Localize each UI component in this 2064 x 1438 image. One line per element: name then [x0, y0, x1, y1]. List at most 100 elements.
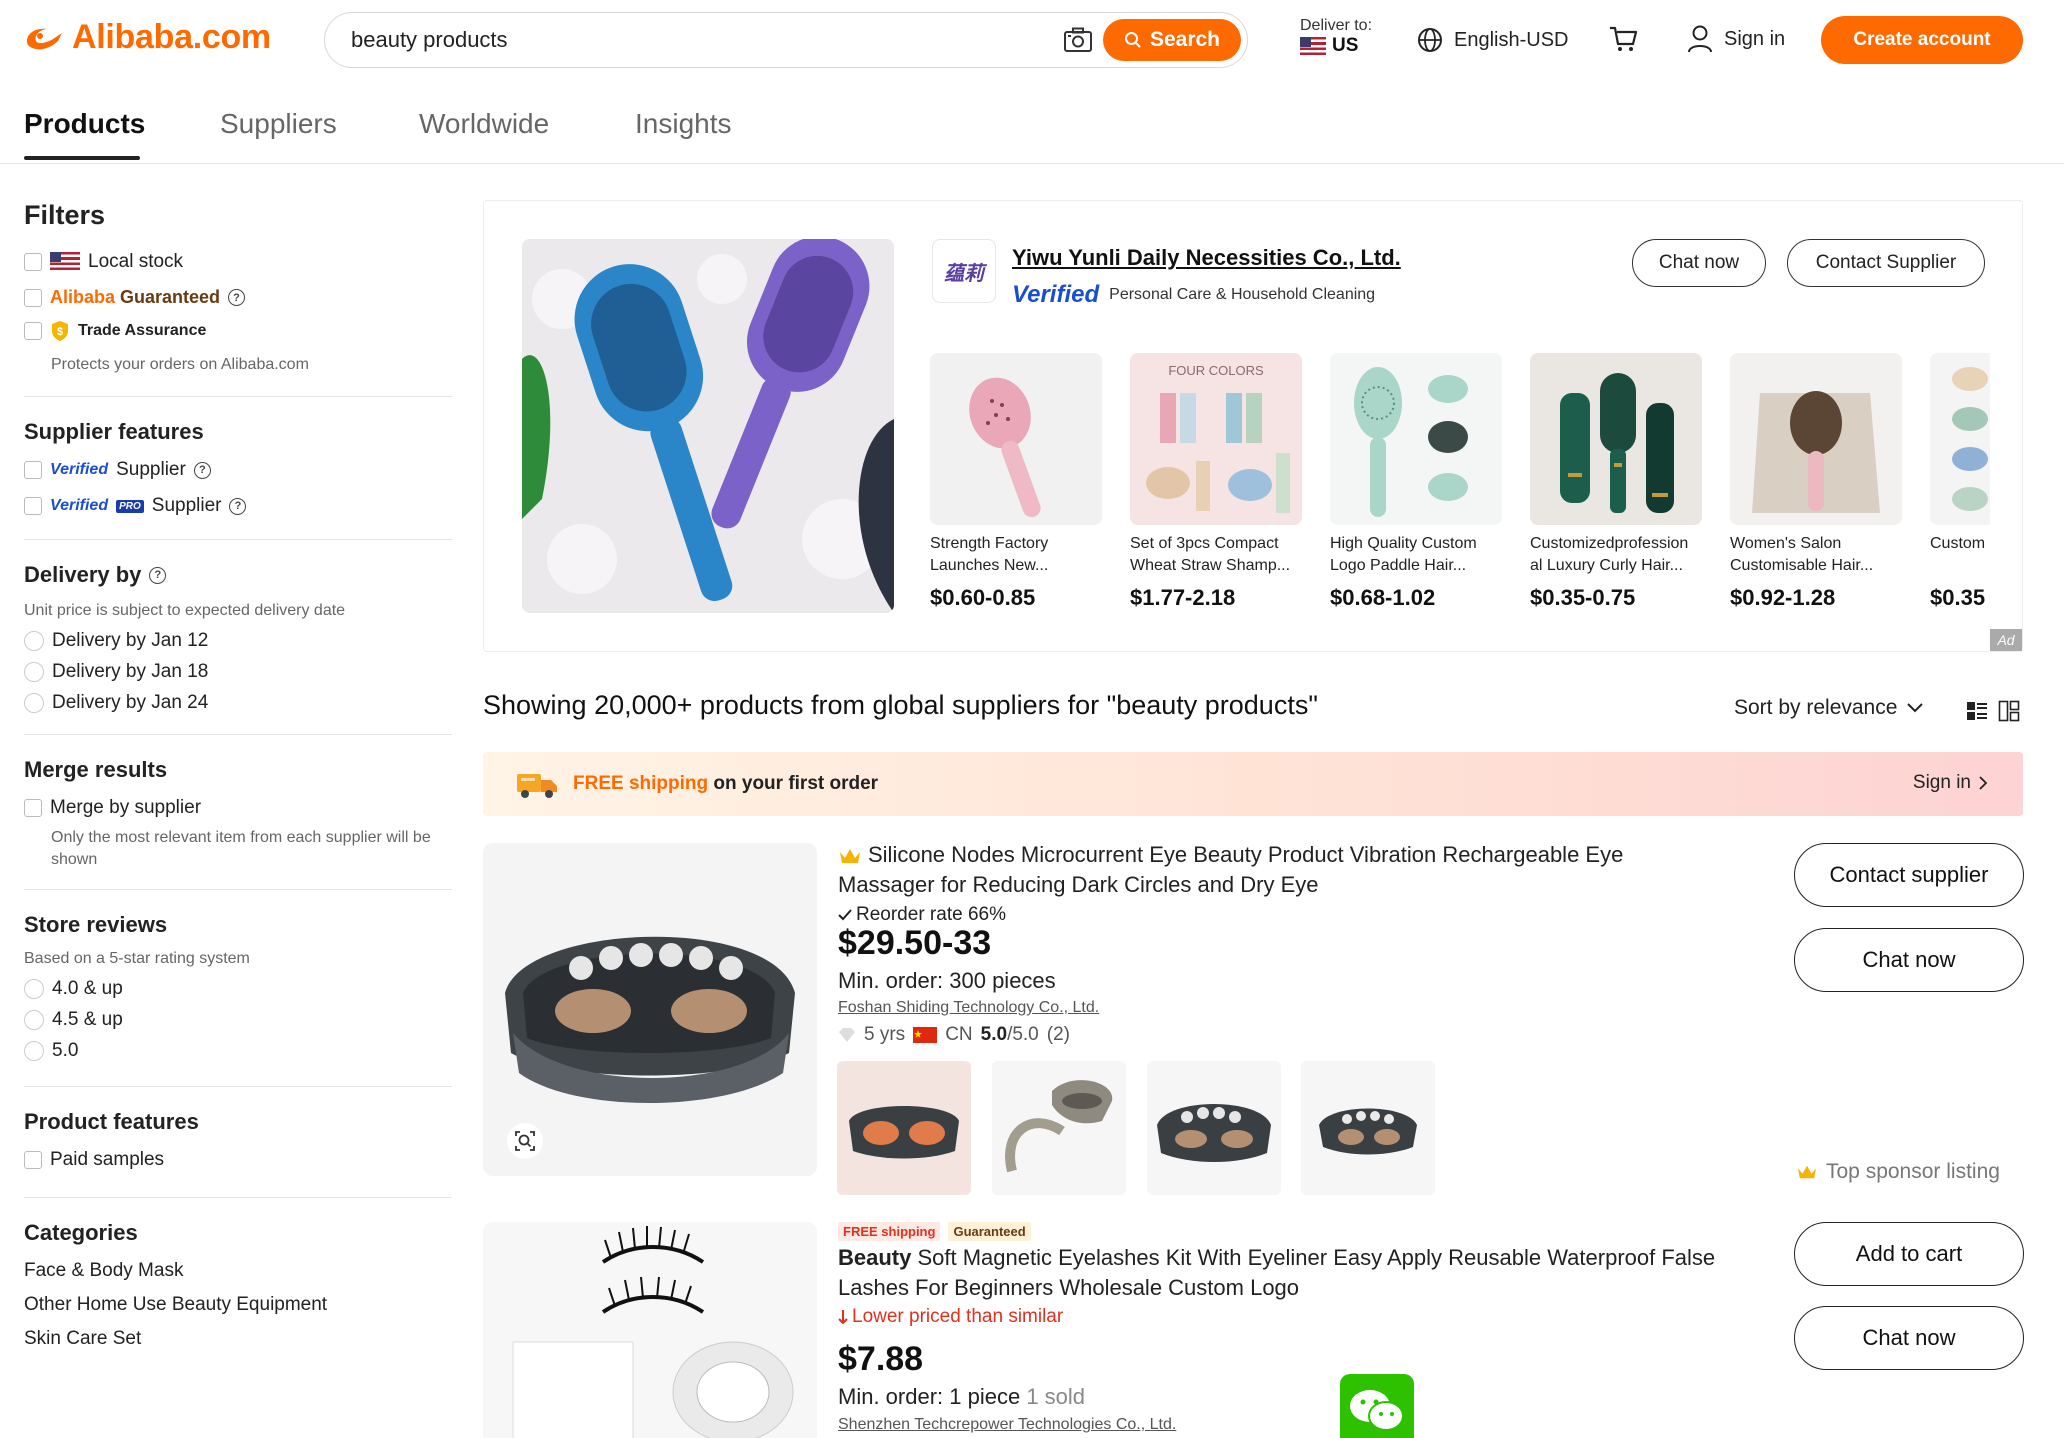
ad-product-card[interactable]: High Quality Custom Logo Paddle Hair... … [1330, 353, 1502, 611]
delivery-option[interactable]: Delivery by Jan 12 [24, 630, 452, 652]
supplier-name-link[interactable]: Yiwu Yunli Daily Necessities Co., Ltd. [1012, 245, 1401, 271]
product-name: Strength Factory Launches New... [930, 535, 1049, 574]
camera-search-icon[interactable] [1063, 27, 1093, 53]
review-option[interactable]: 4.5 & up [24, 1009, 452, 1031]
filter-label: Supplier [116, 459, 186, 480]
create-account-button[interactable]: Create account [1821, 16, 2023, 64]
ad-product-card[interactable]: Strength Factory Launches New... $0.60-0… [930, 353, 1102, 611]
radio[interactable] [24, 1041, 44, 1061]
wechat-icon[interactable] [1340, 1374, 1414, 1438]
tab-worldwide[interactable]: Worldwide [419, 108, 549, 140]
ad-product-card[interactable]: Customizedprofession al Luxury Curly Hai… [1530, 353, 1702, 611]
listing-price: $7.88 [838, 1340, 924, 1378]
filter-trade-assurance[interactable]: $ Trade Assurance [24, 320, 452, 342]
category-link[interactable]: Other Home Use Beauty Equipment [24, 1294, 452, 1316]
search-button[interactable]: Search [1103, 19, 1241, 61]
info-icon[interactable]: ? [149, 566, 167, 584]
filter-verified-pro-supplier[interactable]: Verified PRO Supplier ? [24, 495, 452, 517]
listing-mini-thumbnail[interactable] [837, 1061, 971, 1195]
image-search-icon[interactable] [507, 1123, 543, 1159]
product-name: High Quality Custom Logo Paddle Hair... [1330, 535, 1477, 574]
checkbox[interactable] [24, 497, 42, 515]
delivery-option[interactable]: Delivery by Jan 24 [24, 692, 452, 714]
listing-title[interactable]: Beauty Soft Magnetic Eyelashes Kit With … [838, 1243, 1738, 1303]
listing-mini-thumbnail[interactable] [992, 1061, 1126, 1195]
checkbox[interactable] [24, 253, 42, 271]
radio[interactable] [24, 693, 44, 713]
sort-dropdown[interactable]: Sort by relevance [1734, 696, 1924, 720]
review-option[interactable]: 5.0 [24, 1040, 452, 1062]
checkbox[interactable] [24, 799, 42, 817]
free-shipping-banner: FREE shipping on your first order Sign i… [483, 752, 2023, 816]
supplier-logo[interactable]: 蕴莉 [932, 239, 996, 303]
filter-local-stock[interactable]: Local stock [24, 251, 452, 273]
info-icon[interactable]: ? [193, 461, 211, 479]
checkbox[interactable] [24, 1151, 42, 1169]
listing-image[interactable] [483, 843, 817, 1176]
chat-now-button[interactable]: Chat now [1794, 1306, 2024, 1370]
product-thumbnail: FOUR COLORS [1130, 353, 1302, 525]
info-icon[interactable]: ? [229, 497, 247, 515]
review-option[interactable]: 4.0 & up [24, 978, 452, 1000]
contact-supplier-button[interactable]: Contact Supplier [1787, 239, 1985, 287]
ad-product-card[interactable]: Custom Straw H $0.35 [1930, 353, 1990, 611]
add-to-cart-button[interactable]: Add to cart [1794, 1222, 2024, 1286]
checkbox[interactable] [24, 322, 42, 340]
list-view-icon[interactable] [1966, 700, 1988, 722]
filter-label: Merge by supplier [50, 797, 202, 818]
tab-suppliers[interactable]: Suppliers [220, 108, 337, 140]
category-link[interactable]: Skin Care Set [24, 1328, 452, 1350]
active-tab-indicator [24, 156, 140, 160]
guaranteed-brand: Alibaba [50, 287, 121, 307]
banner-sign-in-link[interactable]: Sign in [1913, 772, 1987, 794]
language-selector[interactable]: English-USD [1416, 26, 1568, 54]
deliver-to[interactable]: Deliver to: US [1300, 16, 1372, 56]
search-input[interactable] [351, 21, 1051, 59]
listing-mini-thumbnail[interactable] [1301, 1061, 1435, 1195]
filter-alibaba-guaranteed[interactable]: Alibaba Guaranteed ? [24, 287, 452, 308]
filter-paid-samples[interactable]: Paid samples [24, 1149, 452, 1171]
chat-now-button[interactable]: Chat now [1632, 239, 1766, 287]
alibaba-logo[interactable]: Alibaba.com [22, 18, 271, 57]
ad-product-card[interactable]: FOUR COLORS Set of 3pcs Compact Wheat St… [1130, 353, 1302, 611]
filter-verified-supplier[interactable]: Verified Supplier ? [24, 459, 452, 481]
contact-supplier-button[interactable]: Contact supplier [1794, 843, 2024, 907]
free-shipping-highlight: FREE shipping [573, 773, 709, 794]
supplier-link[interactable]: Foshan Shiding Technology Co., Ltd. [838, 999, 1099, 1017]
supplier-meta: Verified Personal Care & Household Clean… [1012, 281, 1375, 309]
sponsored-supplier-ad: 蕴莉 Yiwu Yunli Daily Necessities Co., Ltd… [483, 200, 2023, 652]
radio[interactable] [24, 1010, 44, 1030]
grid-view-icon[interactable] [1998, 700, 2020, 722]
supplier-link[interactable]: Shenzhen Techcrepower Technologies Co., … [838, 1416, 1176, 1434]
chat-now-button[interactable]: Chat now [1794, 928, 2024, 992]
radio[interactable] [24, 979, 44, 999]
delivery-option[interactable]: Delivery by Jan 18 [24, 661, 452, 683]
supplier-logo-text: 蕴莉 [944, 262, 984, 285]
chevron-right-icon [1979, 776, 1987, 790]
ad-product-card[interactable]: Women's Salon Customisable Hair... $0.92… [1730, 353, 1902, 611]
product-price: $0.35-0.75 [1530, 585, 1636, 610]
radio[interactable] [24, 662, 44, 682]
listing-mini-thumbnail[interactable] [1147, 1061, 1281, 1195]
cart-icon[interactable] [1608, 24, 1638, 54]
view-toggle [1966, 700, 2020, 722]
listing-image[interactable] [483, 1222, 817, 1438]
filter-merge-by-supplier[interactable]: Merge by supplier [24, 797, 452, 819]
option-label: 5.0 [52, 1040, 79, 1061]
radio[interactable] [24, 631, 44, 651]
checkbox[interactable] [24, 461, 42, 479]
sign-in-link[interactable]: Sign in [1686, 24, 1785, 54]
divider [24, 1086, 452, 1087]
info-icon[interactable]: ? [228, 289, 246, 306]
product-price: $1.77-2.18 [1130, 585, 1236, 610]
listing-title[interactable]: Silicone Nodes Microcurrent Eye Beauty P… [838, 840, 1658, 900]
ad-main-image[interactable] [522, 239, 894, 613]
tab-insights[interactable]: Insights [635, 108, 732, 140]
category-link[interactable]: Face & Body Mask [24, 1260, 452, 1282]
product-thumbnail [1930, 353, 1990, 525]
checkbox[interactable] [24, 288, 42, 307]
product-thumbnail [1530, 353, 1702, 525]
filter-label: Paid samples [50, 1149, 165, 1170]
tab-products[interactable]: Products [24, 108, 145, 140]
svg-text:$: $ [57, 326, 63, 338]
